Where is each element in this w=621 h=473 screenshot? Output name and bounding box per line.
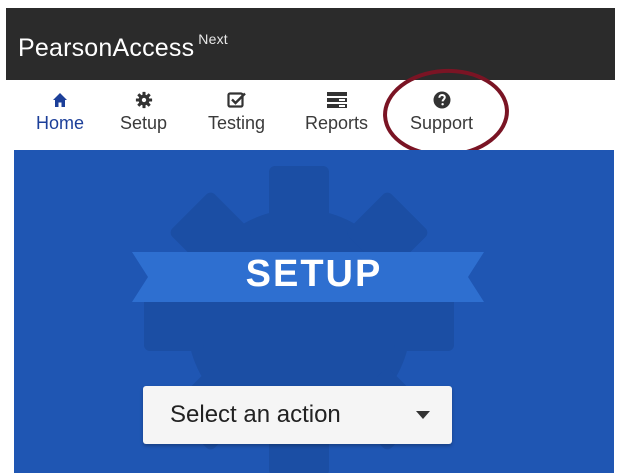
reports-icon [326, 90, 348, 110]
action-select-dropdown[interactable]: Select an action [143, 386, 452, 444]
screenshot-frame: PearsonAccess Next Home Setup Testing Re… [0, 0, 621, 473]
nav-support[interactable]: Support [410, 90, 473, 134]
checkbox-icon [226, 90, 247, 110]
brand-superscript: Next [198, 31, 228, 47]
nav-setup[interactable]: Setup [120, 90, 167, 134]
main-nav: Home Setup Testing Reports Support [6, 65, 615, 161]
nav-testing-label: Testing [208, 113, 266, 133]
nav-support-label: Support [410, 113, 474, 133]
nav-setup-label: Setup [120, 113, 168, 133]
nav-testing[interactable]: Testing [208, 90, 265, 134]
gear-icon [135, 90, 153, 110]
nav-reports[interactable]: Reports [305, 90, 368, 134]
setup-hero: SETUP Select an action [14, 150, 614, 473]
page-title: SETUP [245, 253, 383, 295]
action-select-label: Select an action [170, 401, 341, 428]
chevron-down-icon [416, 411, 430, 419]
question-icon [433, 90, 451, 110]
brand-name: PearsonAccess [18, 34, 195, 62]
nav-reports-label: Reports [305, 113, 369, 133]
home-icon [52, 90, 68, 110]
app-header: PearsonAccess Next [6, 8, 615, 80]
nav-home-label: Home [36, 113, 85, 133]
nav-home[interactable]: Home [36, 90, 84, 134]
app-brand[interactable]: PearsonAccess Next [18, 31, 228, 63]
